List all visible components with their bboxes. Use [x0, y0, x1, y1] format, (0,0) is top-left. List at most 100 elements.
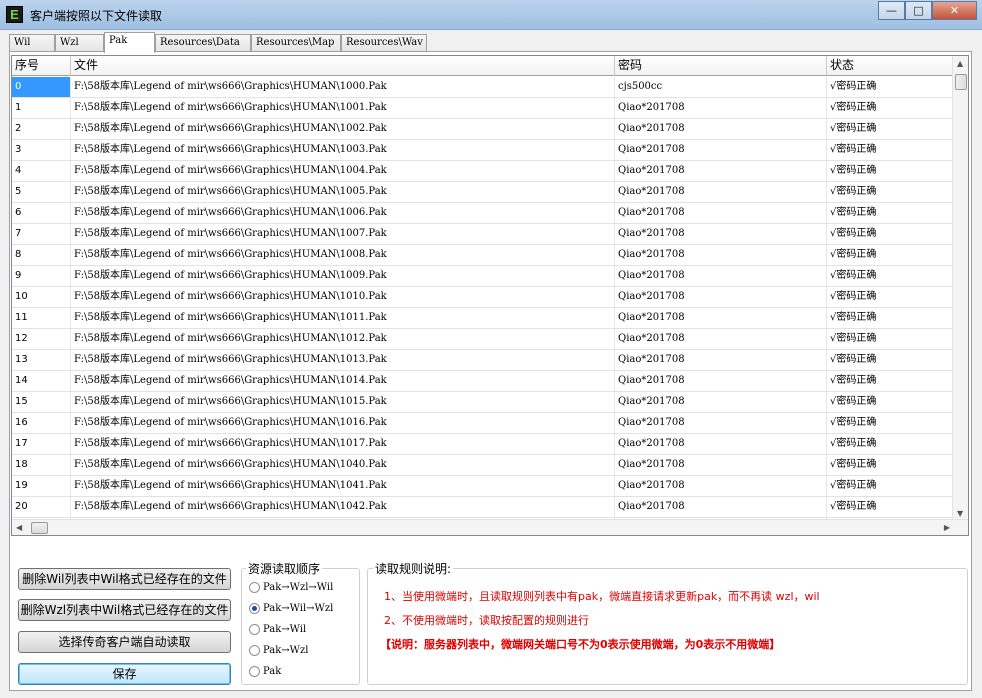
- cell-status[interactable]: √密码正确: [827, 287, 953, 307]
- cell-status[interactable]: √密码正确: [827, 182, 953, 202]
- radio-option-4[interactable]: Pak→Wzl: [249, 642, 308, 658]
- cell-index[interactable]: 2: [12, 119, 71, 139]
- cell-file[interactable]: F:\58版本库\Legend of mir\ws666\Graphics\HU…: [71, 119, 615, 139]
- cell-file[interactable]: F:\58版本库\Legend of mir\ws666\Graphics\HU…: [71, 266, 615, 286]
- cell-file[interactable]: F:\58版本库\Legend of mir\ws666\Graphics\HU…: [71, 497, 615, 517]
- table-row[interactable]: 0 F:\58版本库\Legend of mir\ws666\Graphics\H…: [12, 77, 953, 98]
- cell-status[interactable]: √密码正确: [827, 476, 953, 496]
- cell-index[interactable]: 10: [12, 287, 71, 307]
- cell-status[interactable]: √密码正确: [827, 308, 953, 328]
- cell-file[interactable]: F:\58版本库\Legend of mir\ws666\Graphics\HU…: [71, 350, 615, 370]
- cell-password[interactable]: Qiao*201708: [615, 371, 827, 391]
- column-header-file[interactable]: 文件: [71, 56, 615, 76]
- radio-option-3[interactable]: Pak→Wil: [249, 621, 306, 637]
- scroll-left-icon[interactable]: ◀: [16, 523, 22, 532]
- radio-icon[interactable]: [249, 623, 260, 635]
- cell-status[interactable]: √密码正确: [827, 371, 953, 391]
- cell-index[interactable]: 16: [12, 413, 71, 433]
- table-row[interactable]: 3 F:\58版本库\Legend of mir\ws666\Graphics\H…: [12, 140, 953, 161]
- cell-password[interactable]: Qiao*201708: [615, 455, 827, 475]
- table-row[interactable]: 10 F:\58版本库\Legend of mir\ws666\Graphics\…: [12, 287, 953, 308]
- cell-password[interactable]: Qiao*201708: [615, 476, 827, 496]
- cell-file[interactable]: F:\58版本库\Legend of mir\ws666\Graphics\HU…: [71, 161, 615, 181]
- cell-password[interactable]: Qiao*201708: [615, 413, 827, 433]
- table-row[interactable]: 20 F:\58版本库\Legend of mir\ws666\Graphics\…: [12, 497, 953, 518]
- cell-status[interactable]: √密码正确: [827, 392, 953, 412]
- cell-file[interactable]: F:\58版本库\Legend of mir\ws666\Graphics\HU…: [71, 98, 615, 118]
- cell-file[interactable]: F:\58版本库\Legend of mir\ws666\Graphics\HU…: [71, 434, 615, 454]
- vertical-scrollbar[interactable]: ▲ ▼: [952, 56, 968, 520]
- cell-index[interactable]: 6: [12, 203, 71, 223]
- cell-status[interactable]: √密码正确: [827, 119, 953, 139]
- cell-index[interactable]: 19: [12, 476, 71, 496]
- radio-option-5[interactable]: Pak: [249, 663, 281, 679]
- cell-index[interactable]: 4: [12, 161, 71, 181]
- horizontal-scroll-thumb[interactable]: [31, 522, 48, 534]
- table-row[interactable]: 12 F:\58版本库\Legend of mir\ws666\Graphics\…: [12, 329, 953, 350]
- cell-status[interactable]: √密码正确: [827, 497, 953, 517]
- cell-index[interactable]: 9: [12, 266, 71, 286]
- tab-resources-wav[interactable]: Resources\Wav: [341, 34, 427, 52]
- cell-password[interactable]: Qiao*201708: [615, 119, 827, 139]
- cell-password[interactable]: Qiao*201708: [615, 350, 827, 370]
- cell-index[interactable]: 7: [12, 224, 71, 244]
- radio-selected-icon[interactable]: [249, 602, 260, 614]
- radio-option-1[interactable]: Pak→Wzl→Wil: [249, 579, 333, 595]
- cell-file[interactable]: F:\58版本库\Legend of mir\ws666\Graphics\HU…: [71, 224, 615, 244]
- cell-index[interactable]: 11: [12, 308, 71, 328]
- cell-status[interactable]: √密码正确: [827, 434, 953, 454]
- cell-password[interactable]: Qiao*201708: [615, 245, 827, 265]
- table-row[interactable]: 5 F:\58版本库\Legend of mir\ws666\Graphics\H…: [12, 182, 953, 203]
- cell-index[interactable]: 1: [12, 98, 71, 118]
- cell-file[interactable]: F:\58版本库\Legend of mir\ws666\Graphics\HU…: [71, 77, 615, 97]
- cell-file[interactable]: F:\58版本库\Legend of mir\ws666\Graphics\HU…: [71, 308, 615, 328]
- radio-icon[interactable]: [249, 644, 260, 656]
- radio-option-2[interactable]: Pak→Wil→Wzl: [249, 600, 333, 616]
- cell-file[interactable]: F:\58版本库\Legend of mir\ws666\Graphics\HU…: [71, 140, 615, 160]
- table-row[interactable]: 13 F:\58版本库\Legend of mir\ws666\Graphics\…: [12, 350, 953, 371]
- cell-file[interactable]: F:\58版本库\Legend of mir\ws666\Graphics\HU…: [71, 203, 615, 223]
- cell-index[interactable]: 13: [12, 350, 71, 370]
- table-row[interactable]: 11 F:\58版本库\Legend of mir\ws666\Graphics\…: [12, 308, 953, 329]
- cell-file[interactable]: F:\58版本库\Legend of mir\ws666\Graphics\HU…: [71, 245, 615, 265]
- cell-password[interactable]: Qiao*201708: [615, 224, 827, 244]
- cell-password[interactable]: Qiao*201708: [615, 392, 827, 412]
- table-row[interactable]: 14 F:\58版本库\Legend of mir\ws666\Graphics\…: [12, 371, 953, 392]
- table-row[interactable]: 9 F:\58版本库\Legend of mir\ws666\Graphics\H…: [12, 266, 953, 287]
- table-row[interactable]: 16 F:\58版本库\Legend of mir\ws666\Graphics\…: [12, 413, 953, 434]
- cell-password[interactable]: Qiao*201708: [615, 287, 827, 307]
- tab-wil[interactable]: Wil: [9, 34, 55, 52]
- cell-password[interactable]: cjs500cc: [615, 77, 827, 97]
- vertical-scroll-thumb[interactable]: [955, 74, 967, 90]
- cell-index[interactable]: 12: [12, 329, 71, 349]
- table-row[interactable]: 18 F:\58版本库\Legend of mir\ws666\Graphics\…: [12, 455, 953, 476]
- column-header-index[interactable]: 序号: [12, 56, 71, 76]
- cell-index[interactable]: 14: [12, 371, 71, 391]
- cell-password[interactable]: Qiao*201708: [615, 434, 827, 454]
- tab-wzl[interactable]: Wzl: [55, 34, 104, 52]
- cell-index[interactable]: 17: [12, 434, 71, 454]
- cell-index[interactable]: 3: [12, 140, 71, 160]
- cell-status[interactable]: √密码正确: [827, 98, 953, 118]
- scroll-up-icon[interactable]: ▲: [957, 59, 963, 68]
- cell-password[interactable]: Qiao*201708: [615, 497, 827, 517]
- delete-wzl-button[interactable]: 删除Wzl列表中Wil格式已经存在的文件: [18, 599, 231, 621]
- cell-file[interactable]: F:\58版本库\Legend of mir\ws666\Graphics\HU…: [71, 476, 615, 496]
- horizontal-scrollbar[interactable]: ◀ ▶: [12, 519, 968, 535]
- table-row[interactable]: 8 F:\58版本库\Legend of mir\ws666\Graphics\H…: [12, 245, 953, 266]
- column-header-status[interactable]: 状态: [827, 56, 953, 76]
- cell-status[interactable]: √密码正确: [827, 140, 953, 160]
- cell-password[interactable]: Qiao*201708: [615, 140, 827, 160]
- tab-resources-map[interactable]: Resources\Map: [251, 34, 341, 52]
- tab-resources-data[interactable]: Resources\Data: [155, 34, 251, 52]
- scroll-down-icon[interactable]: ▼: [957, 509, 963, 518]
- cell-file[interactable]: F:\58版本库\Legend of mir\ws666\Graphics\HU…: [71, 371, 615, 391]
- cell-file[interactable]: F:\58版本库\Legend of mir\ws666\Graphics\HU…: [71, 287, 615, 307]
- delete-wil-button[interactable]: 删除Wil列表中Wil格式已经存在的文件: [18, 568, 231, 590]
- scroll-right-icon[interactable]: ▶: [944, 523, 950, 532]
- cell-status[interactable]: √密码正确: [827, 350, 953, 370]
- cell-index[interactable]: 8: [12, 245, 71, 265]
- cell-file[interactable]: F:\58版本库\Legend of mir\ws666\Graphics\HU…: [71, 455, 615, 475]
- cell-status[interactable]: √密码正确: [827, 161, 953, 181]
- cell-status[interactable]: √密码正确: [827, 203, 953, 223]
